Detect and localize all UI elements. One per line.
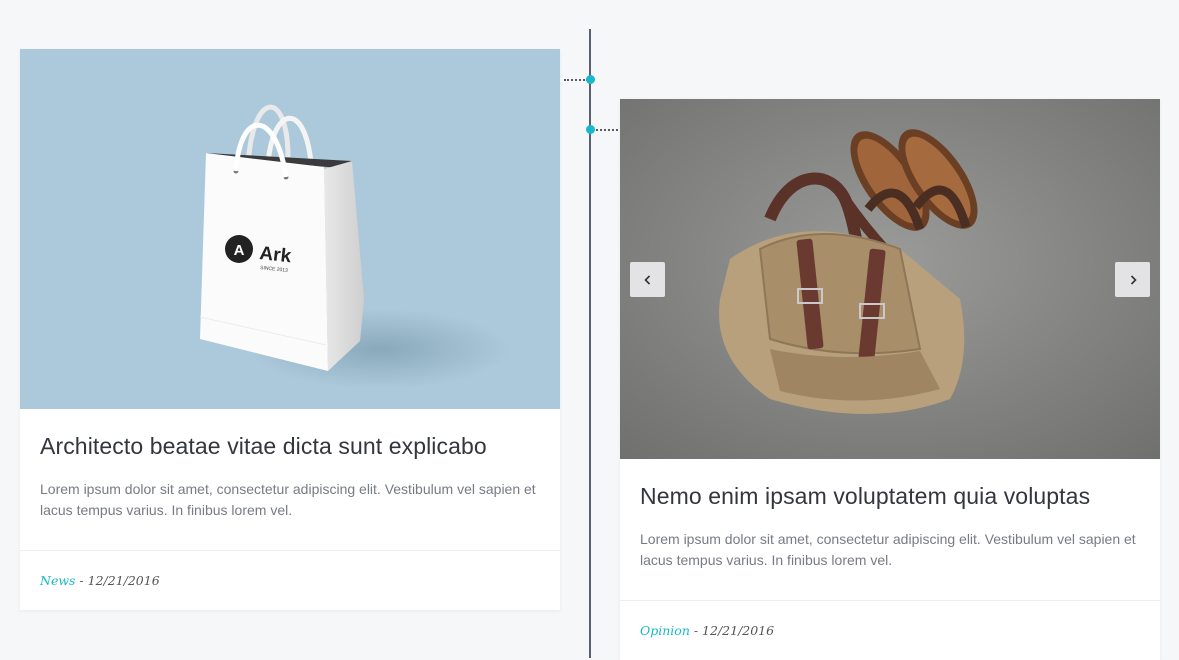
timeline-dot [586,75,595,84]
post-image[interactable]: A Ark SINCE 2013 [20,49,560,409]
logo-text: Ark [258,243,292,267]
post-date: - 12/21/2016 [75,573,160,588]
timeline-connector [596,129,618,131]
post-title[interactable]: Nemo enim ipsam voluptatem quia voluptas [640,459,1140,511]
carousel-prev-button[interactable] [630,262,665,297]
timeline-card: Nemo enim ipsam voluptatem quia voluptas… [620,99,1160,660]
logo-letter: A [234,242,245,259]
timeline-card: A Ark SINCE 2013 Architecto beatae vitae… [20,49,560,610]
shopping-bag-illustration: A Ark SINCE 2013 [199,104,510,389]
bag-and-sandals-photo [620,99,1160,459]
post-meta: Opinion - 12/21/2016 [620,600,1160,660]
timeline-line [589,29,591,658]
post-title[interactable]: Architecto beatae vitae dicta sunt expli… [40,409,540,461]
post-excerpt: Lorem ipsum dolor sit amet, consectetur … [40,481,536,518]
carousel-next-button[interactable] [1115,262,1150,297]
carousel [620,99,1160,459]
timeline-connector [564,79,588,81]
post-meta: News - 12/21/2016 [20,550,560,610]
card-body: Architecto beatae vitae dicta sunt expli… [20,409,560,521]
chevron-left-icon [643,274,650,285]
post-excerpt: Lorem ipsum dolor sit amet, consectetur … [640,531,1136,568]
post-date: - 12/21/2016 [689,623,775,638]
card-body: Nemo enim ipsam voluptatem quia voluptas… [620,459,1160,571]
post-category-link[interactable]: Opinion [640,623,690,638]
chevron-right-icon [1130,274,1137,285]
post-category-link[interactable]: News [40,573,75,588]
timeline-dot [586,125,595,134]
